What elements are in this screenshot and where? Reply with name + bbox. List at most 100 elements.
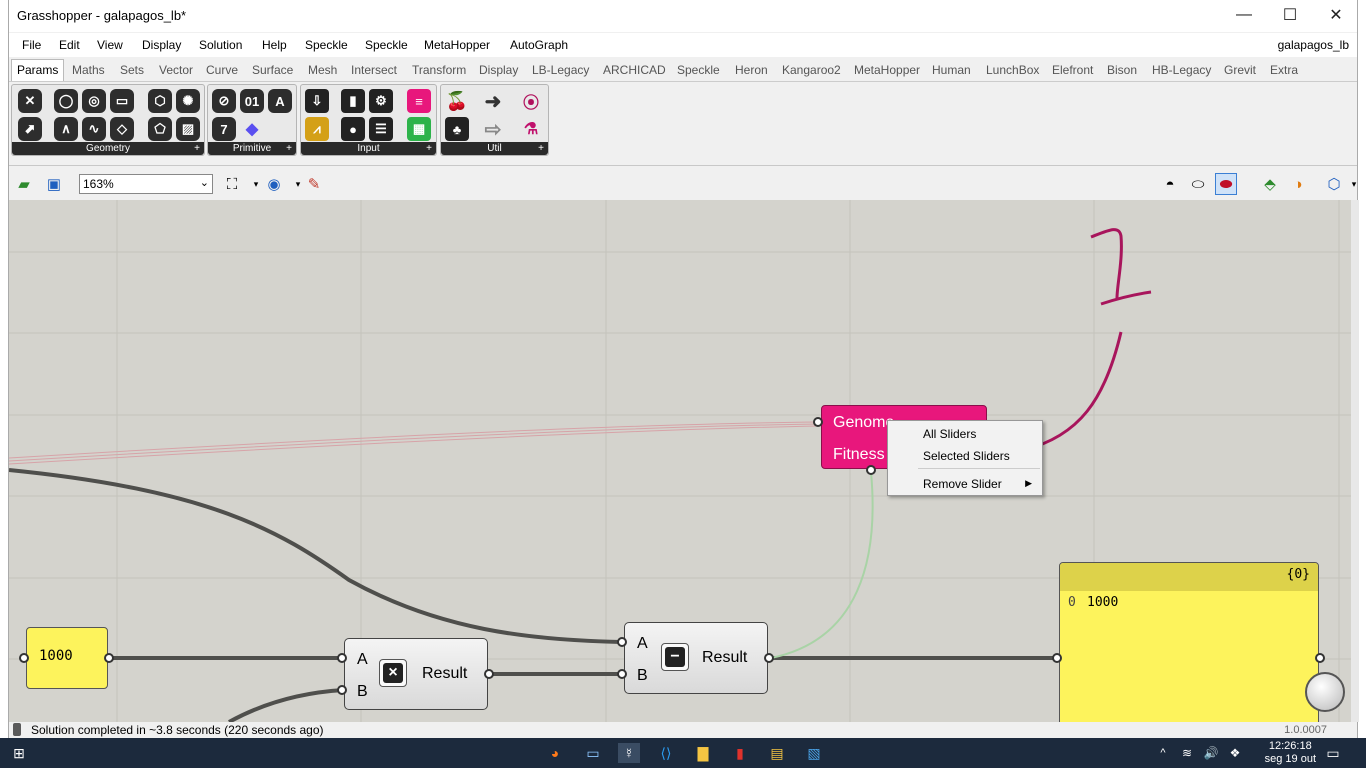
tab-lb-legacy[interactable]: LB-Legacy	[532, 63, 589, 77]
preview-selected-icon[interactable]: ⬘	[1259, 173, 1281, 195]
save-file-icon[interactable]: ▣	[43, 173, 65, 195]
minimize-button[interactable]: —	[1221, 0, 1267, 30]
subtract-a-input-node[interactable]	[617, 637, 627, 647]
tab-intersect[interactable]: Intersect	[351, 63, 397, 77]
octopus-icon[interactable]: ⦿	[519, 89, 543, 113]
tab-extra[interactable]: Extra	[1270, 63, 1298, 77]
text-param-icon[interactable]: A	[268, 89, 292, 113]
menu-metahopper[interactable]: MetaHopper	[424, 38, 490, 52]
multiply-b-input-node[interactable]	[337, 685, 347, 695]
notifications-icon[interactable]: ▭	[1322, 743, 1344, 763]
preview-shaded-icon[interactable]: ⬬	[1215, 173, 1237, 195]
photos-icon[interactable]: ▧	[803, 743, 825, 763]
subtraction-component[interactable]: A B − Result	[624, 622, 768, 694]
multiply-a-input-node[interactable]	[337, 653, 347, 663]
tab-heron[interactable]: Heron	[735, 63, 768, 77]
import-icon[interactable]: ⇩	[305, 89, 329, 113]
galapagos-tree-icon[interactable]: ♣	[445, 117, 469, 141]
circle-param-icon[interactable]: ◯	[54, 89, 78, 113]
flask-icon[interactable]: ⚗	[519, 117, 543, 141]
tab-kangaroo2[interactable]: Kangaroo2	[782, 63, 841, 77]
preview-wireframe-icon[interactable]: ⬭	[1187, 173, 1209, 195]
value-list-icon[interactable]: ☰	[369, 117, 393, 141]
firefox-icon[interactable]: ◕	[544, 743, 566, 763]
vertical-scrollbar[interactable]	[1351, 200, 1359, 722]
menu-item-selected-sliders[interactable]: Selected Sliders	[923, 449, 1010, 463]
menu-item-remove-slider[interactable]: Remove Slider	[923, 477, 1002, 491]
menu-solution[interactable]: Solution	[199, 38, 242, 52]
desktop-icon[interactable]: ▭	[582, 743, 604, 763]
slider-input-node[interactable]	[19, 653, 29, 663]
tab-hb-legacy[interactable]: HB-Legacy	[1152, 63, 1211, 77]
control-knob-icon[interactable]: ●	[341, 117, 365, 141]
subtract-b-input-node[interactable]	[617, 669, 627, 679]
menu-speckle-2[interactable]: Speckle	[365, 38, 408, 52]
windows-start-icon[interactable]: ⊞	[8, 743, 30, 763]
rectangle-param-icon[interactable]: ▭	[110, 89, 134, 113]
menu-display[interactable]: Display	[142, 38, 181, 52]
tab-vector[interactable]: Vector	[159, 63, 193, 77]
brep-param-icon[interactable]: ⬠	[148, 117, 172, 141]
panel-component[interactable]: {0} 0 1000	[1059, 562, 1319, 722]
tab-archicad[interactable]: ARCHICAD	[603, 63, 666, 77]
multiply-result-output-node[interactable]	[484, 669, 494, 679]
tab-curve[interactable]: Curve	[206, 63, 238, 77]
eye-icon[interactable]: ◉	[263, 173, 285, 195]
vector-param-icon[interactable]: ⬈	[18, 117, 42, 141]
tab-sets[interactable]: Sets	[120, 63, 144, 77]
cherry-picker-icon[interactable]: 🍒	[445, 89, 469, 113]
preview-mesh-quality-icon[interactable]: ◑	[1287, 173, 1309, 195]
point-param-icon[interactable]: ✕	[18, 89, 42, 113]
relay-arrow-icon[interactable]: ➜	[481, 89, 505, 113]
menu-item-all-sliders[interactable]: All Sliders	[923, 427, 976, 441]
geometry-param-icon[interactable]: ▨	[176, 117, 200, 141]
close-button[interactable]: ✕	[1313, 0, 1359, 30]
tab-mesh[interactable]: Mesh	[308, 63, 337, 77]
wifi-icon[interactable]: ≋	[1176, 743, 1198, 763]
galapagos-fitness-node[interactable]	[866, 465, 876, 475]
open-file-icon[interactable]: ▰	[13, 173, 35, 195]
tab-transform[interactable]: Transform	[412, 63, 466, 77]
tab-display[interactable]: Display	[479, 63, 518, 77]
panel-input-node[interactable]	[1052, 653, 1062, 663]
slider-output-node[interactable]	[104, 653, 114, 663]
navigation-compass-widget[interactable]	[1305, 672, 1345, 712]
colour-swatch-icon[interactable]: ▦	[407, 117, 431, 141]
zoom-extents-icon[interactable]: ⛶	[221, 173, 243, 195]
menu-view[interactable]: View	[97, 38, 123, 52]
gene-pool-icon[interactable]: ≡	[407, 89, 431, 113]
graph-mapper-icon[interactable]: ⩘	[305, 117, 329, 141]
line-param-icon[interactable]: ∧	[54, 117, 78, 141]
subtract-result-output-node[interactable]	[764, 653, 774, 663]
tab-grevit[interactable]: Grevit	[1224, 63, 1256, 77]
boolean-toggle-icon[interactable]: ⚙	[369, 89, 393, 113]
tab-params[interactable]: Params	[11, 59, 65, 81]
tab-speckle[interactable]: Speckle	[677, 63, 720, 77]
integer-param-icon[interactable]: 01	[240, 89, 264, 113]
box-param-icon[interactable]: ⬡	[148, 89, 172, 113]
zoom-dropdown[interactable]: 163% ⌄	[79, 174, 213, 194]
data-param-icon[interactable]: ◆	[240, 117, 264, 141]
number-param-icon[interactable]: 7	[212, 117, 236, 141]
menu-autograph[interactable]: AutoGraph	[510, 38, 568, 52]
rhino-icon[interactable]: ☿	[618, 743, 640, 763]
menu-speckle[interactable]: Speckle	[305, 38, 348, 52]
multiplication-component[interactable]: A B × Result	[344, 638, 488, 710]
file-explorer-icon[interactable]: ▇	[692, 743, 714, 763]
menu-edit[interactable]: Edit	[59, 38, 80, 52]
panel-output-node[interactable]	[1315, 653, 1325, 663]
system-clock[interactable]: 12:26:18 seg 19 out	[1265, 740, 1316, 766]
tab-metahopper[interactable]: MetaHopper	[854, 63, 920, 77]
acrobat-icon[interactable]: ▮	[729, 743, 751, 763]
arc-param-icon[interactable]: ◎	[82, 89, 106, 113]
curve-param-icon[interactable]: ∿	[82, 117, 106, 141]
vscode-icon[interactable]: ⟨⟩	[655, 743, 677, 763]
surface-param-icon[interactable]: ◇	[110, 117, 134, 141]
maximize-button[interactable]: ☐	[1267, 0, 1313, 30]
notes-icon[interactable]: ▤	[766, 743, 788, 763]
mesh-param-icon[interactable]: ✺	[176, 89, 200, 113]
preview-off-icon[interactable]: ◓	[1159, 173, 1181, 195]
tab-bison[interactable]: Bison	[1107, 63, 1137, 77]
tab-elefront[interactable]: Elefront	[1052, 63, 1093, 77]
hollow-arrow-icon[interactable]: ⇨	[481, 117, 505, 141]
